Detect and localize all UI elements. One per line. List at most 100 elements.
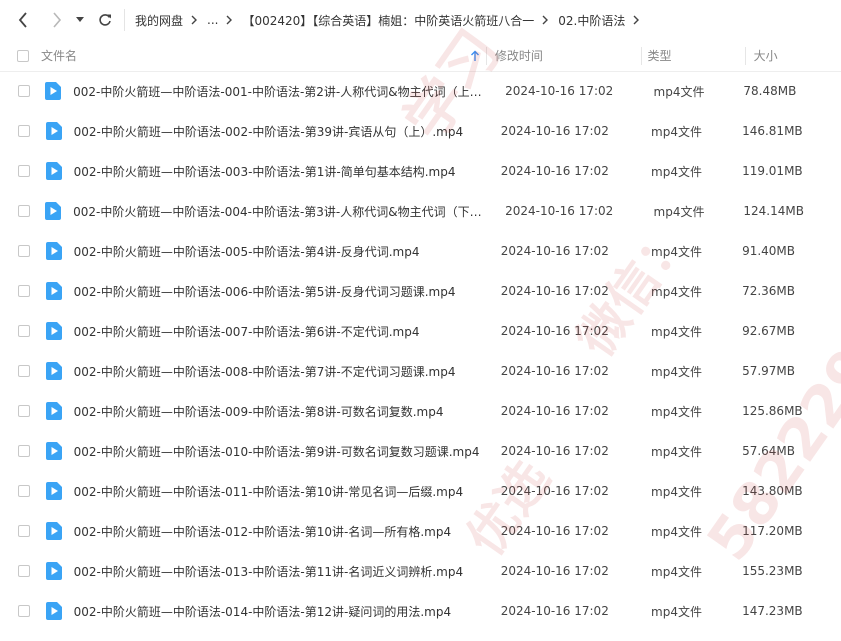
chevron-left-icon [18,12,27,28]
file-type: mp4文件 [653,204,705,219]
file-name[interactable]: 002-中阶火箭班—中阶语法-007-中阶语法-第6讲-不定代词.mp4 [74,323,420,340]
video-file-icon [45,162,62,180]
refresh-icon [99,14,111,26]
row-checkbox[interactable] [17,325,30,337]
file-name-cell[interactable]: 002-中阶火箭班—中阶语法-010-中阶语法-第9讲-可数名词复数习题课.mp… [42,442,487,460]
file-name-cell[interactable]: 002-中阶火箭班—中阶语法-002-中阶语法-第39讲-宾语从句（上）.mp4 [42,122,487,140]
file-name-cell[interactable]: 002-中阶火箭班—中阶语法-008-中阶语法-第7讲-不定代词习题课.mp4 [42,362,487,380]
row-checkbox[interactable] [17,165,30,177]
file-size: 124.14MB [743,204,804,218]
row-checkbox[interactable] [17,405,30,417]
refresh-button[interactable] [92,7,118,33]
row-checkbox-cell [6,205,41,217]
file-size: 72.36MB [742,284,796,298]
table-row[interactable]: 002-中阶火箭班—中阶语法-005-中阶语法-第4讲-反身代词.mp4 2024… [0,231,841,271]
file-name-cell[interactable]: 002-中阶火箭班—中阶语法-007-中阶语法-第6讲-不定代词.mp4 [42,322,487,340]
modified-time: 2024-10-16 17:02 [500,364,609,378]
file-name[interactable]: 002-中阶火箭班—中阶语法-002-中阶语法-第39讲-宾语从句（上）.mp4 [74,123,464,140]
row-checkbox[interactable] [17,365,30,377]
breadcrumb-item-course[interactable]: 【002420】【综合英语】楠姐：中阶英语火箭班八合一 [242,12,534,29]
select-all-checkbox[interactable] [17,49,30,62]
row-checkbox[interactable] [17,445,30,457]
file-name-cell[interactable]: 002-中阶火箭班—中阶语法-004-中阶语法-第3讲-人称代词&物主代词（下）… [41,202,491,220]
file-size: 92.67MB [742,324,796,338]
breadcrumb-item-current[interactable]: 02.中阶语法 [558,12,625,29]
table-row[interactable]: 002-中阶火箭班—中阶语法-002-中阶语法-第39讲-宾语从句（上）.mp4… [0,111,841,151]
table-row[interactable]: 002-中阶火箭班—中阶语法-007-中阶语法-第6讲-不定代词.mp4 2024… [0,311,841,351]
row-checkbox-cell [6,245,42,257]
file-name-cell[interactable]: 002-中阶火箭班—中阶语法-003-中阶语法-第1讲-简单句基本结构.mp4 [42,162,487,180]
file-name[interactable]: 002-中阶火箭班—中阶语法-010-中阶语法-第9讲-可数名词复数习题课.mp… [74,443,480,460]
file-name[interactable]: 002-中阶火箭班—中阶语法-006-中阶语法-第5讲-反身代词习题课.mp4 [74,283,456,300]
row-checkbox[interactable] [17,565,30,577]
file-name-cell[interactable]: 002-中阶火箭班—中阶语法-012-中阶语法-第10讲-名词—所有格.mp4 [42,522,487,540]
file-name[interactable]: 002-中阶火箭班—中阶语法-008-中阶语法-第7讲-不定代词习题课.mp4 [74,363,456,380]
table-row[interactable]: 002-中阶火箭班—中阶语法-006-中阶语法-第5讲-反身代词习题课.mp4 2… [0,271,841,311]
file-name[interactable]: 002-中阶火箭班—中阶语法-001-中阶语法-第2讲-人称代词&物主代词（上）… [73,83,491,100]
video-file-icon [45,482,62,500]
file-size: 143.80MB [742,484,803,498]
breadcrumb-item-root[interactable]: 我的网盘 [135,12,183,29]
row-checkbox[interactable] [17,525,30,537]
file-table-header: 文件名 修改时间 类型 大小 [0,40,841,72]
file-name[interactable]: 002-中阶火箭班—中阶语法-005-中阶语法-第4讲-反身代词.mp4 [74,243,420,260]
file-name[interactable]: 002-中阶火箭班—中阶语法-012-中阶语法-第10讲-名词—所有格.mp4 [74,523,452,540]
file-name-cell[interactable]: 002-中阶火箭班—中阶语法-006-中阶语法-第5讲-反身代词习题课.mp4 [42,282,487,300]
row-checkbox-cell [6,365,42,377]
file-type: mp4文件 [651,244,702,259]
table-row[interactable]: 002-中阶火箭班—中阶语法-011-中阶语法-第10讲-常见名词—后缀.mp4… [0,471,841,511]
table-row[interactable]: 002-中阶火箭班—中阶语法-012-中阶语法-第10讲-名词—所有格.mp4 2… [0,511,841,551]
row-checkbox-cell [6,285,42,297]
file-name[interactable]: 002-中阶火箭班—中阶语法-009-中阶语法-第8讲-可数名词复数.mp4 [74,403,444,420]
file-name[interactable]: 002-中阶火箭班—中阶语法-003-中阶语法-第1讲-简单句基本结构.mp4 [74,163,456,180]
breadcrumb-separator-icon [191,15,198,25]
row-checkbox[interactable] [17,125,30,137]
column-header-size[interactable]: 大小 [746,47,841,64]
file-name-cell[interactable]: 002-中阶火箭班—中阶语法-001-中阶语法-第2讲-人称代词&物主代词（上）… [41,82,491,100]
row-checkbox[interactable] [17,205,30,217]
table-row[interactable]: 002-中阶火箭班—中阶语法-001-中阶语法-第2讲-人称代词&物主代词（上）… [0,71,841,111]
table-row[interactable]: 002-中阶火箭班—中阶语法-003-中阶语法-第1讲-简单句基本结构.mp4 2… [0,151,841,191]
modified-time: 2024-10-16 17:02 [500,484,609,498]
row-checkbox-cell [6,325,42,337]
table-row[interactable]: 002-中阶火箭班—中阶语法-010-中阶语法-第9讲-可数名词复数习题课.mp… [0,431,841,471]
column-header-name[interactable]: 文件名 [41,47,486,64]
file-name-cell[interactable]: 002-中阶火箭班—中阶语法-014-中阶语法-第12讲-疑问词的用法.mp4 [42,602,487,620]
file-name[interactable]: 002-中阶火箭班—中阶语法-011-中阶语法-第10讲-常见名词—后缀.mp4 [74,483,464,500]
file-type: mp4文件 [651,484,702,499]
file-type: mp4文件 [651,444,702,459]
file-size: 125.86MB [742,404,803,418]
file-type: mp4文件 [651,324,702,339]
row-checkbox[interactable] [17,605,30,617]
breadcrumb-item-ellipsis[interactable]: ... [207,13,218,27]
row-checkbox[interactable] [17,85,30,97]
file-name[interactable]: 002-中阶火箭班—中阶语法-014-中阶语法-第12讲-疑问词的用法.mp4 [74,603,452,620]
table-row[interactable]: 002-中阶火箭班—中阶语法-008-中阶语法-第7讲-不定代词习题课.mp4 2… [0,351,841,391]
sort-ascending-icon[interactable] [470,50,480,62]
back-button[interactable] [10,7,36,33]
table-row[interactable]: 002-中阶火箭班—中阶语法-013-中阶语法-第11讲-名词近义词辨析.mp4… [0,551,841,591]
table-row[interactable]: 002-中阶火箭班—中阶语法-004-中阶语法-第3讲-人称代词&物主代词（下）… [0,191,841,231]
table-row[interactable]: 002-中阶火箭班—中阶语法-014-中阶语法-第12讲-疑问词的用法.mp4 2… [0,591,841,631]
row-checkbox-cell [6,525,42,537]
file-name-cell[interactable]: 002-中阶火箭班—中阶语法-013-中阶语法-第11讲-名词近义词辨析.mp4 [42,562,487,580]
column-header-type[interactable]: 类型 [641,47,744,64]
navigation-bar: 我的网盘 ... 【002420】【综合英语】楠姐：中阶英语火箭班八合一 02.… [0,0,841,40]
history-dropdown-button[interactable] [74,7,86,33]
file-name-cell[interactable]: 002-中阶火箭班—中阶语法-011-中阶语法-第10讲-常见名词—后缀.mp4 [42,482,487,500]
row-checkbox[interactable] [17,285,30,297]
file-name[interactable]: 002-中阶火箭班—中阶语法-013-中阶语法-第11讲-名词近义词辨析.mp4 [74,563,464,580]
column-header-time-label: 修改时间 [494,49,543,63]
file-name-cell[interactable]: 002-中阶火箭班—中阶语法-005-中阶语法-第4讲-反身代词.mp4 [42,242,487,260]
file-size: 91.40MB [742,244,796,258]
row-checkbox[interactable] [17,485,30,497]
row-checkbox-cell [6,605,42,617]
file-name[interactable]: 002-中阶火箭班—中阶语法-004-中阶语法-第3讲-人称代词&物主代词（下）… [73,203,491,220]
row-checkbox[interactable] [17,245,30,257]
table-row[interactable]: 002-中阶火箭班—中阶语法-009-中阶语法-第8讲-可数名词复数.mp4 20… [0,391,841,431]
file-name-cell[interactable]: 002-中阶火箭班—中阶语法-009-中阶语法-第8讲-可数名词复数.mp4 [42,402,487,420]
forward-button[interactable] [44,7,70,33]
chevron-right-icon [53,12,62,28]
column-header-time[interactable]: 修改时间 [487,47,641,64]
video-file-icon [45,602,62,620]
